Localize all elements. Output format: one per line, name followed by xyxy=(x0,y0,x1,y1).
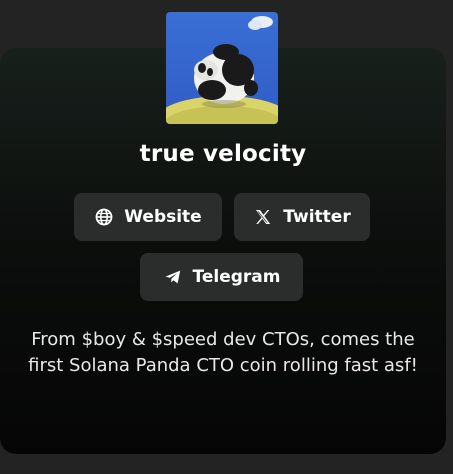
website-button[interactable]: Website xyxy=(74,193,222,241)
token-description: From $boy & $speed dev CTOs, comes the f… xyxy=(28,329,418,376)
token-name: true velocity xyxy=(139,141,307,167)
telegram-button-label: Telegram xyxy=(192,267,281,287)
token-avatar-image xyxy=(166,12,278,124)
x-icon xyxy=(253,207,273,227)
twitter-button[interactable]: Twitter xyxy=(234,193,370,241)
telegram-button[interactable]: Telegram xyxy=(140,253,303,301)
globe-icon xyxy=(94,207,114,227)
twitter-button-label: Twitter xyxy=(283,207,351,227)
website-button-label: Website xyxy=(124,207,202,227)
telegram-icon xyxy=(163,267,183,287)
page: true velocity Website Twitter Telegram F… xyxy=(0,0,453,474)
